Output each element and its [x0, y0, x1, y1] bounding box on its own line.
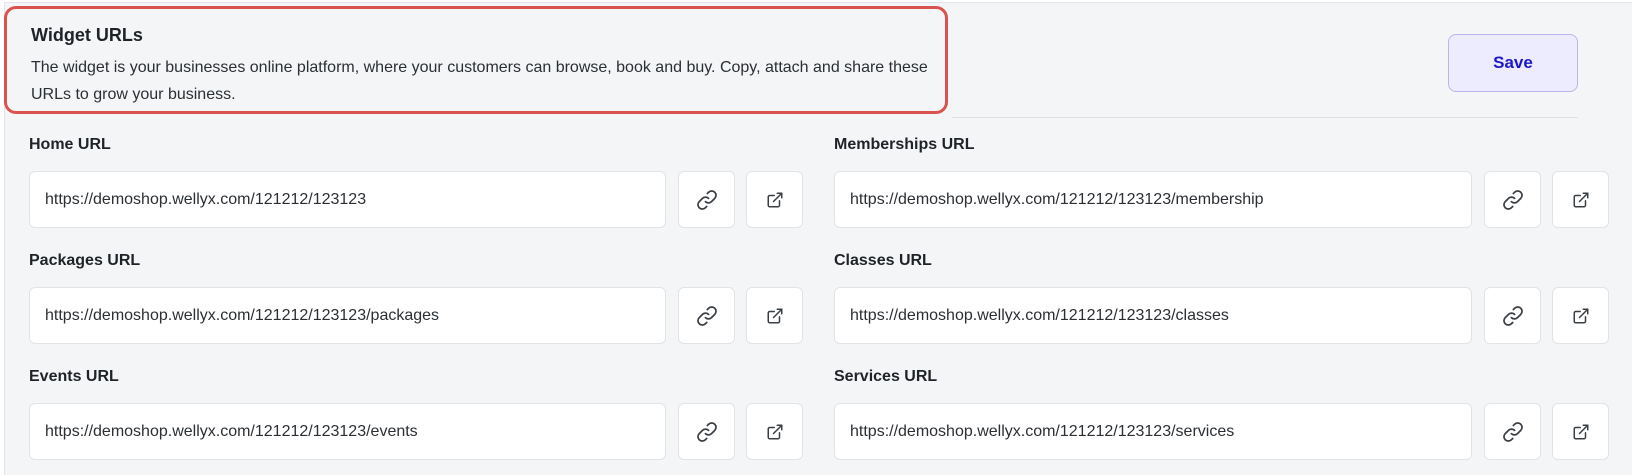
- packages-url-open-button[interactable]: [746, 287, 803, 344]
- memberships-url-label: Memberships URL: [834, 136, 975, 153]
- external-link-icon: [1572, 191, 1590, 209]
- packages-url-label: Packages URL: [29, 252, 141, 269]
- home-url-input[interactable]: [29, 171, 666, 228]
- link-icon: [694, 187, 720, 213]
- home-url-open-button[interactable]: [746, 171, 803, 228]
- widget-urls-header: Widget URLs The widget is your businesse…: [4, 6, 948, 114]
- services-url-copy-button[interactable]: [1484, 403, 1541, 460]
- classes-url-input[interactable]: [834, 287, 1472, 344]
- save-button[interactable]: Save: [1448, 34, 1578, 92]
- external-link-icon: [1572, 423, 1590, 441]
- memberships-url-input[interactable]: [834, 171, 1472, 228]
- services-url-open-button[interactable]: [1552, 403, 1609, 460]
- link-icon: [1500, 187, 1526, 213]
- external-link-icon: [766, 191, 784, 209]
- home-url-label: Home URL: [29, 136, 111, 153]
- external-link-icon: [766, 307, 784, 325]
- header-divider: [952, 117, 1578, 118]
- packages-url-input[interactable]: [29, 287, 666, 344]
- classes-url-open-button[interactable]: [1552, 287, 1609, 344]
- external-link-icon: [766, 423, 784, 441]
- packages-url-copy-button[interactable]: [678, 287, 735, 344]
- external-link-icon: [1572, 307, 1590, 325]
- events-url-open-button[interactable]: [746, 403, 803, 460]
- memberships-url-open-button[interactable]: [1552, 171, 1609, 228]
- section-title: Widget URLs: [31, 25, 143, 45]
- services-url-label: Services URL: [834, 368, 938, 385]
- memberships-url-copy-button[interactable]: [1484, 171, 1541, 228]
- classes-url-label: Classes URL: [834, 252, 932, 269]
- events-url-input[interactable]: [29, 403, 666, 460]
- section-description: The widget is your businesses online pla…: [31, 59, 928, 103]
- events-url-label: Events URL: [29, 368, 119, 385]
- link-icon: [694, 303, 720, 329]
- services-url-input[interactable]: [834, 403, 1472, 460]
- events-url-copy-button[interactable]: [678, 403, 735, 460]
- home-url-copy-button[interactable]: [678, 171, 735, 228]
- link-icon: [1500, 419, 1526, 445]
- classes-url-copy-button[interactable]: [1484, 287, 1541, 344]
- link-icon: [1500, 303, 1526, 329]
- link-icon: [694, 419, 720, 445]
